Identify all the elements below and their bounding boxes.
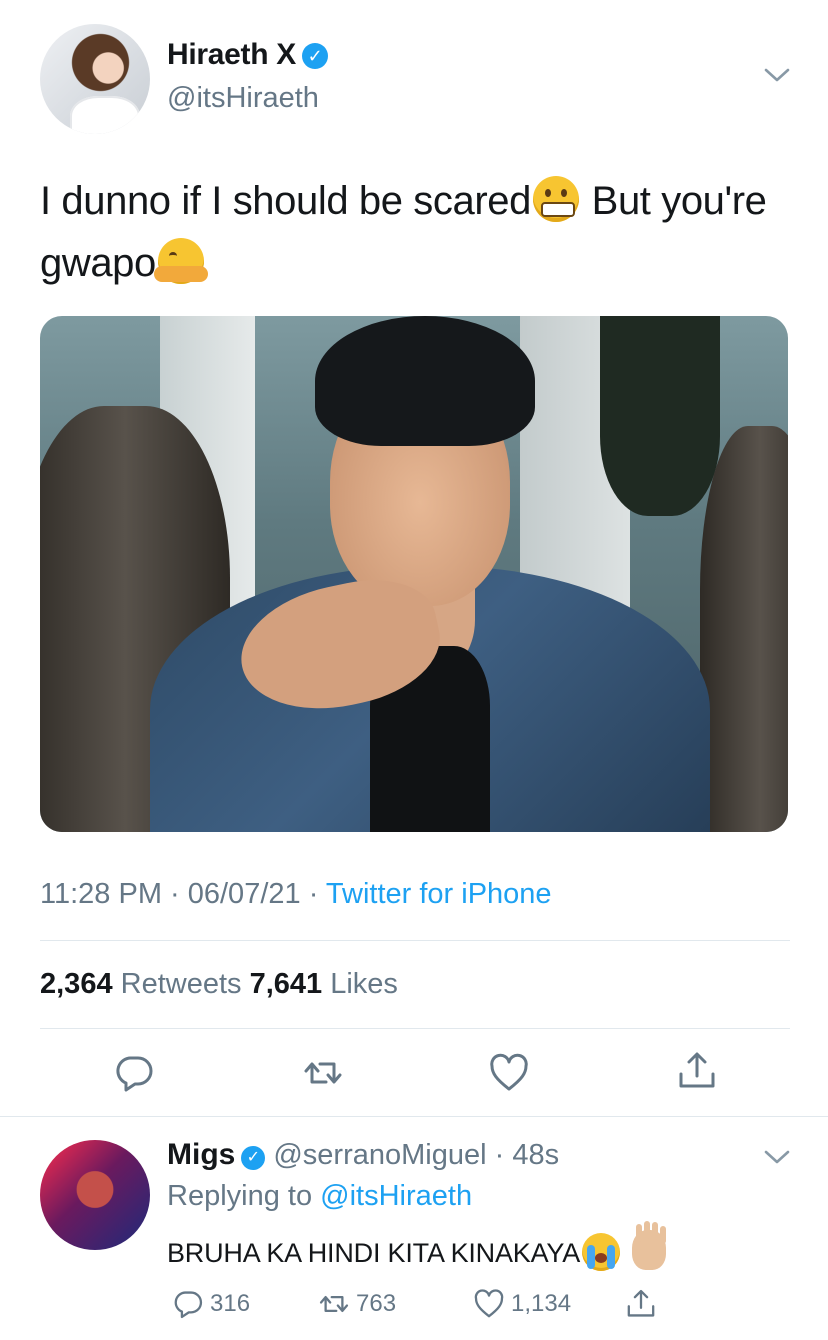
reply-icon — [174, 1291, 203, 1319]
raised-hand-emoji — [632, 1224, 667, 1270]
replying-to-label: Replying to — [167, 1180, 321, 1212]
author-name-row[interactable]: Hiraeth X ✓ — [167, 38, 329, 72]
share-icon — [627, 1289, 655, 1317]
grimacing-face-emoji — [532, 176, 579, 222]
reply-text: BRUHA KA HINDI KITA KINAKAYA — [167, 1224, 668, 1271]
verified-badge-icon: ✓ — [241, 1146, 266, 1170]
hugging-face-emoji — [153, 238, 208, 284]
reply-icon[interactable] — [113, 1052, 155, 1094]
reply-header: Migs ✓ @serranoMiguel · 48s — [167, 1138, 559, 1172]
reply-share-button[interactable] — [625, 1284, 657, 1324]
photo-subject-hair — [315, 316, 535, 446]
retweets-label: Retweets — [112, 968, 250, 1000]
reply-author-handle[interactable]: @serranoMiguel — [273, 1139, 486, 1171]
like-heart-icon[interactable] — [488, 1052, 530, 1094]
tweet-source-link[interactable]: Twitter for iPhone — [326, 878, 552, 910]
reply-count: 316 — [210, 1290, 251, 1317]
divider — [0, 1116, 828, 1117]
replying-to: Replying to @itsHiraeth — [167, 1180, 472, 1213]
chevron-down-icon[interactable] — [762, 60, 792, 90]
divider — [40, 940, 790, 941]
verified-badge-icon: ✓ — [302, 43, 329, 69]
photo-background-foliage — [600, 316, 720, 516]
tweet-photo[interactable] — [40, 316, 788, 832]
reply-time: · 48s — [486, 1139, 560, 1171]
retweets-count: 2,364 — [40, 968, 113, 1000]
reply-retweet-button[interactable]: 763 — [318, 1284, 396, 1324]
retweet-icon — [319, 1296, 349, 1312]
share-icon[interactable] — [676, 1050, 718, 1092]
tweet-timestamp[interactable]: 11:28 PM · 06/07/21 · — [40, 878, 326, 910]
author-avatar[interactable] — [40, 24, 150, 134]
likes-count: 7,641 — [249, 968, 323, 1000]
likes-stat[interactable]: 7,641 Likes — [250, 968, 398, 1000]
replying-to-mention[interactable]: @itsHiraeth — [320, 1180, 472, 1212]
avatar-photo-detail — [70, 96, 140, 134]
retweets-stat[interactable]: 2,364 Retweets — [40, 968, 250, 1000]
divider — [40, 1028, 790, 1029]
author-handle[interactable]: @itsHiraeth — [167, 82, 319, 115]
author-name[interactable]: Hiraeth X — [167, 38, 296, 71]
retweet-count: 763 — [356, 1290, 397, 1317]
tweet-meta: 11:28 PM · 06/07/21 · Twitter for iPhone — [40, 878, 552, 911]
like-heart-icon — [474, 1289, 504, 1318]
reply-author-avatar[interactable] — [40, 1140, 150, 1250]
reply-reply-button[interactable]: 316 — [172, 1284, 250, 1324]
loudly-crying-face-emoji — [582, 1233, 621, 1271]
like-count: 1,134 — [511, 1290, 572, 1317]
retweet-icon[interactable] — [302, 1052, 344, 1094]
tweet-stats: 2,364 Retweets 7,641 Likes — [40, 968, 398, 1001]
tweet-text-part-1: I dunno if I should be scared — [40, 179, 531, 223]
likes-label: Likes — [322, 968, 398, 1000]
photo-background-trunk — [700, 426, 788, 832]
reply-author-name[interactable]: Migs — [167, 1138, 235, 1171]
tweet-text: I dunno if I should be scared But you're… — [40, 170, 800, 294]
reply-like-button[interactable]: 1,134 — [473, 1284, 571, 1324]
reply-text-content: BRUHA KA HINDI KITA KINAKAYA — [167, 1238, 581, 1268]
chevron-down-icon[interactable] — [762, 1142, 792, 1172]
